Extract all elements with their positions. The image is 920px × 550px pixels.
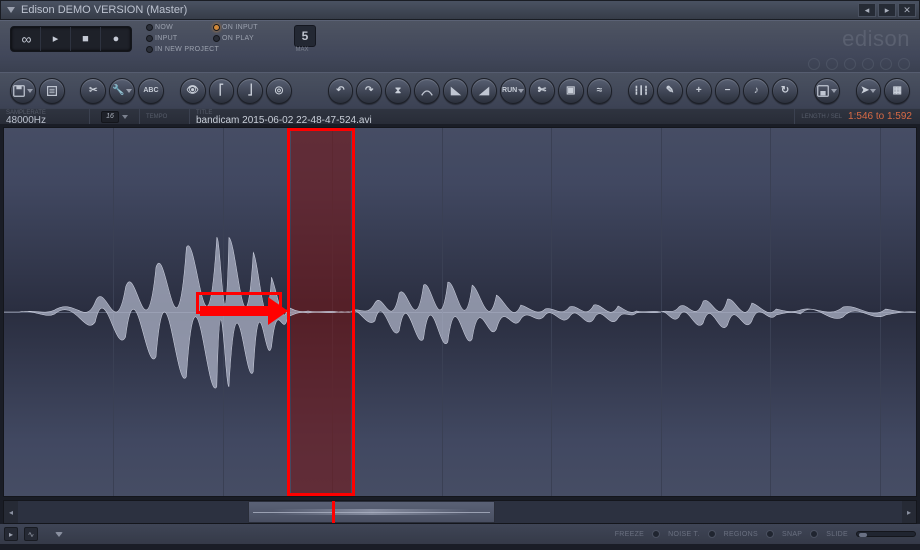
- fade-button[interactable]: [414, 78, 440, 104]
- target-icon-3[interactable]: [844, 58, 856, 70]
- snap-label: SNAP: [782, 531, 802, 538]
- rename-abc-button[interactable]: ABC: [138, 78, 164, 104]
- disk-button[interactable]: [10, 78, 36, 104]
- view-menu-icon[interactable]: [55, 532, 63, 537]
- slide-slider[interactable]: [856, 531, 916, 537]
- tune-button[interactable]: ✎: [657, 78, 683, 104]
- loop-button[interactable]: ∞: [11, 27, 41, 51]
- transport-group: ∞ ▸ ■ ●: [10, 26, 132, 52]
- run-script-button[interactable]: RUN: [500, 78, 526, 104]
- slide-label: SLIDE: [826, 531, 848, 538]
- menu-dropdown-icon[interactable]: [7, 7, 15, 13]
- target-loop-button[interactable]: ◎: [266, 78, 292, 104]
- snap-toggle[interactable]: [810, 530, 818, 538]
- pitch-button[interactable]: ♪: [743, 78, 769, 104]
- mini-waveform-fill: [273, 509, 469, 515]
- scroll-right-button[interactable]: ▸: [902, 501, 916, 523]
- label-on-input: ON INPUT: [222, 24, 278, 31]
- menu-button[interactable]: [39, 78, 65, 104]
- title-value: bandicam 2015-06-02 22-48-47-524.avi: [196, 117, 788, 125]
- blur-button[interactable]: ≈: [587, 78, 613, 104]
- undo-button[interactable]: ↶: [328, 78, 354, 104]
- scroll-track[interactable]: [18, 501, 902, 523]
- radio-on-input[interactable]: [213, 24, 220, 31]
- record-button[interactable]: ●: [101, 27, 131, 51]
- record-mode-options: NOW ON INPUT INPUT ON PLAY IN NEW PROJEC…: [146, 22, 278, 55]
- eq-button[interactable]: ┇┃┇: [628, 78, 654, 104]
- waveform-svg: [4, 128, 916, 496]
- titlebar: Edison DEMO VERSION (Master) ◂ ▸ ✕: [0, 0, 920, 20]
- selection-range: 1:546 to 1:592: [848, 111, 920, 122]
- redo-button[interactable]: ↷: [356, 78, 382, 104]
- next-preset-button[interactable]: ▸: [878, 3, 896, 17]
- max-value-box[interactable]: 5: [294, 25, 316, 47]
- regions-label: REGIONS: [724, 531, 758, 538]
- scroll-left-button[interactable]: ◂: [4, 501, 18, 523]
- cut-tool-button[interactable]: ✂: [80, 78, 106, 104]
- tempo-label: TEMPO: [146, 113, 183, 121]
- fadein-button[interactable]: [471, 78, 497, 104]
- radio-on-play[interactable]: [213, 35, 220, 42]
- grid-button[interactable]: ▦: [884, 78, 910, 104]
- stop-button[interactable]: ■: [71, 27, 101, 51]
- close-button[interactable]: ✕: [898, 3, 916, 17]
- target-icon-6[interactable]: [898, 58, 910, 70]
- play-button[interactable]: ▸: [41, 27, 71, 51]
- radio-in-new-project[interactable]: [146, 46, 153, 53]
- amp-up-button[interactable]: +: [686, 78, 712, 104]
- play-from-start-button[interactable]: ▸: [4, 527, 18, 541]
- noiset-label: NOISE T.: [668, 531, 699, 538]
- reload-button[interactable]: ↻: [772, 78, 798, 104]
- target-icon-4[interactable]: [862, 58, 874, 70]
- format-value: 16: [101, 111, 119, 123]
- info-bar: SAMPLERATE 48000Hz FORMAT 16 TEMPO TITLE…: [0, 108, 920, 124]
- window-title: Edison DEMO VERSION (Master): [21, 4, 857, 16]
- scroll-thumb[interactable]: [248, 501, 496, 523]
- format-dropdown-icon[interactable]: [122, 115, 128, 119]
- radio-now[interactable]: [146, 24, 153, 31]
- trim-button[interactable]: ✄: [529, 78, 555, 104]
- noiset-toggle[interactable]: [708, 530, 716, 538]
- reverse-button[interactable]: [443, 78, 469, 104]
- eye-view-button[interactable]: 👁: [180, 78, 206, 104]
- label-on-play: ON PLAY: [222, 35, 278, 42]
- crop-button[interactable]: ▣: [558, 78, 584, 104]
- target-icon-1[interactable]: [808, 58, 820, 70]
- label-now: NOW: [155, 24, 211, 31]
- regions-toggle[interactable]: [766, 530, 774, 538]
- marker-end-button[interactable]: ⎦: [237, 78, 263, 104]
- max-label: MAX: [295, 47, 308, 53]
- label-input: INPUT: [155, 35, 211, 42]
- overview-scrollbar[interactable]: ◂ ▸: [3, 500, 917, 524]
- save-button[interactable]: [814, 78, 840, 104]
- radio-input[interactable]: [146, 35, 153, 42]
- samplerate-value: 48000Hz: [6, 117, 83, 125]
- freeze-toggle[interactable]: [652, 530, 660, 538]
- freeze-label: FREEZE: [615, 531, 644, 538]
- normalize-button[interactable]: ⧗: [385, 78, 411, 104]
- lengthsel-label: LENGTH / SEL: [801, 113, 842, 121]
- waveform-mode-button[interactable]: ∿: [24, 527, 38, 541]
- label-in-new-project: IN NEW PROJECT: [155, 46, 219, 53]
- brand-logo: edison: [842, 26, 910, 52]
- transport-strip: ∞ ▸ ■ ● NOW ON INPUT INPUT ON PLAY IN NE…: [0, 20, 920, 56]
- prev-preset-button[interactable]: ◂: [858, 3, 876, 17]
- target-icon-2[interactable]: [826, 58, 838, 70]
- amp-down-button[interactable]: −: [715, 78, 741, 104]
- toolbar: ✂ 🔧 ABC 👁 ⎡ ⎦ ◎ ↶ ↷ ⧗ RUN ✄ ▣ ≈ ┇┃┇ ✎ + …: [0, 72, 920, 108]
- waveform-display[interactable]: [3, 127, 917, 497]
- marker-start-button[interactable]: ⎡: [209, 78, 235, 104]
- send-button[interactable]: ➤: [856, 78, 882, 104]
- annotation-mini-marker: [332, 501, 335, 523]
- wrench-button[interactable]: 🔧: [109, 78, 135, 104]
- target-icon-5[interactable]: [880, 58, 892, 70]
- status-bar: ▸ ∿ FREEZE NOISE T. REGIONS SNAP SLIDE: [0, 524, 920, 544]
